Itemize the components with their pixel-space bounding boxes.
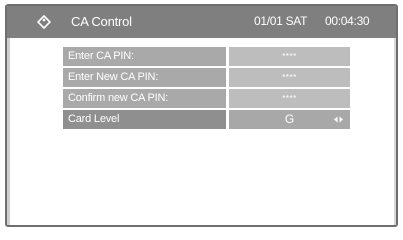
- card-level-selector[interactable]: G: [229, 110, 350, 129]
- enter-ca-pin-field[interactable]: ****: [229, 47, 350, 66]
- ca-menu: Enter CA PIN: **** Enter New CA PIN: ***…: [63, 47, 350, 131]
- left-right-arrows-icon[interactable]: [334, 115, 343, 124]
- enter-new-ca-pin-field[interactable]: ****: [229, 68, 350, 87]
- card-level-row[interactable]: Card Level G: [63, 110, 350, 129]
- card-level-value: G: [284, 112, 295, 126]
- enter-new-ca-pin-row[interactable]: Enter New CA PIN: ****: [63, 68, 350, 87]
- left-border: [7, 38, 10, 225]
- enter-ca-pin-row[interactable]: Enter CA PIN: ****: [63, 47, 350, 66]
- card-level-label: Card Level: [63, 110, 226, 129]
- right-border: [394, 38, 396, 225]
- tag-icon: [37, 15, 51, 29]
- enter-ca-pin-label: Enter CA PIN:: [63, 47, 226, 66]
- enter-new-ca-pin-label: Enter New CA PIN:: [63, 68, 226, 87]
- page-title: CA Control: [71, 14, 132, 29]
- confirm-new-ca-pin-field[interactable]: ****: [229, 89, 350, 108]
- time-display: 00:04:30: [325, 14, 370, 28]
- confirm-new-ca-pin-label: Confirm new CA PIN:: [63, 89, 226, 108]
- date-display: 01/01 SAT: [254, 14, 308, 28]
- ca-control-screen: CA Control 01/01 SAT 00:04:30 Enter CA P…: [5, 4, 398, 227]
- confirm-new-ca-pin-row[interactable]: Confirm new CA PIN: ****: [63, 89, 350, 108]
- title-bar: CA Control 01/01 SAT 00:04:30: [7, 6, 396, 38]
